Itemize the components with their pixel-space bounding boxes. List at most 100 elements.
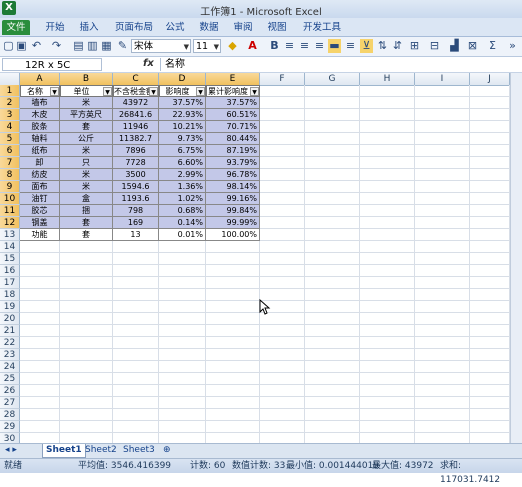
tab-formulas[interactable]: 公式 [164, 20, 186, 35]
cell-e26[interactable] [206, 385, 260, 397]
formula-input[interactable]: 名称 [160, 58, 520, 71]
table-cell[interactable]: 胶条 [20, 121, 60, 133]
row-header-9[interactable]: 9 [0, 181, 20, 193]
cell-i10[interactable] [415, 193, 470, 205]
cell-h27[interactable] [360, 397, 415, 409]
table-cell[interactable]: 60.51% [206, 109, 260, 121]
table-cell[interactable]: 盒 [60, 193, 113, 205]
cell-h19[interactable] [360, 301, 415, 313]
cell-g16[interactable] [305, 265, 360, 277]
table-cell[interactable]: 7896 [113, 145, 159, 157]
column-header-c[interactable]: C [113, 73, 159, 85]
cell-e30[interactable] [206, 433, 260, 443]
cell-b22[interactable] [60, 337, 113, 349]
table-header-cell[interactable]: 影响度 ▼ [159, 85, 206, 97]
cell-f4[interactable] [260, 121, 305, 133]
cell-f24[interactable] [260, 361, 305, 373]
cell-h22[interactable] [360, 337, 415, 349]
cell-j13[interactable] [470, 229, 510, 241]
cell-e17[interactable] [206, 277, 260, 289]
column-header-g[interactable]: G [305, 73, 360, 85]
table-cell[interactable]: 6.75% [159, 145, 206, 157]
column-header-f[interactable]: F [260, 73, 305, 85]
cell-f7[interactable] [260, 157, 305, 169]
cell-f25[interactable] [260, 373, 305, 385]
cell-i27[interactable] [415, 397, 470, 409]
cell-e27[interactable] [206, 397, 260, 409]
tab-review[interactable]: 审阅 [232, 20, 254, 35]
cell-i8[interactable] [415, 169, 470, 181]
cell-c29[interactable] [113, 421, 159, 433]
table-cell[interactable]: 公斤 [60, 133, 113, 145]
cell-i26[interactable] [415, 385, 470, 397]
table-cell[interactable]: 卸 [20, 157, 60, 169]
cell-d21[interactable] [159, 325, 206, 337]
cell-f17[interactable] [260, 277, 305, 289]
insert-sheet-icon[interactable]: ⊕ [160, 444, 174, 457]
cell-h25[interactable] [360, 373, 415, 385]
column-header-j[interactable]: J [470, 73, 510, 85]
new-file-icon[interactable]: ▢ [2, 39, 15, 53]
cell-h5[interactable] [360, 133, 415, 145]
pivot-icon[interactable]: ⊠ [466, 39, 479, 53]
cell-f28[interactable] [260, 409, 305, 421]
cell-e14[interactable] [206, 241, 260, 253]
justify-icon[interactable]: ≡ [344, 39, 357, 53]
table-cell[interactable]: 98.14% [206, 181, 260, 193]
format-painter-icon[interactable]: ✎ [116, 39, 129, 53]
cell-g25[interactable] [305, 373, 360, 385]
font-name-select[interactable]: 宋体 ▼ [131, 39, 191, 53]
cell-j19[interactable] [470, 301, 510, 313]
cell-i14[interactable] [415, 241, 470, 253]
table-cell[interactable]: 22.93% [159, 109, 206, 121]
table-cell[interactable]: 套 [60, 217, 113, 229]
table-cell[interactable]: 0.68% [159, 205, 206, 217]
cell-c23[interactable] [113, 349, 159, 361]
cell-a15[interactable] [20, 253, 60, 265]
cell-j20[interactable] [470, 313, 510, 325]
row-header-19[interactable]: 19 [0, 301, 20, 313]
table-cell[interactable]: 87.19% [206, 145, 260, 157]
cell-c16[interactable] [113, 265, 159, 277]
cell-g6[interactable] [305, 145, 360, 157]
cell-b14[interactable] [60, 241, 113, 253]
table-cell[interactable]: 米 [60, 169, 113, 181]
cell-f21[interactable] [260, 325, 305, 337]
row-header-18[interactable]: 18 [0, 289, 20, 301]
table-cell[interactable]: 2.99% [159, 169, 206, 181]
cell-h13[interactable] [360, 229, 415, 241]
cell-h12[interactable] [360, 217, 415, 229]
bold-icon[interactable]: B [268, 39, 281, 53]
cell-h8[interactable] [360, 169, 415, 181]
table-cell[interactable]: 37.57% [206, 97, 260, 109]
cell-h21[interactable] [360, 325, 415, 337]
paste-icon[interactable]: ▦ [100, 39, 113, 53]
cell-a28[interactable] [20, 409, 60, 421]
row-header-15[interactable]: 15 [0, 253, 20, 265]
cell-e16[interactable] [206, 265, 260, 277]
cell-i7[interactable] [415, 157, 470, 169]
cell-h6[interactable] [360, 145, 415, 157]
cell-g28[interactable] [305, 409, 360, 421]
cell-b28[interactable] [60, 409, 113, 421]
cell-h18[interactable] [360, 289, 415, 301]
cell-b26[interactable] [60, 385, 113, 397]
cell-f8[interactable] [260, 169, 305, 181]
cell-c27[interactable] [113, 397, 159, 409]
cell-j15[interactable] [470, 253, 510, 265]
table-cell[interactable]: 1.02% [159, 193, 206, 205]
table-cell[interactable]: 6.60% [159, 157, 206, 169]
row-header-17[interactable]: 17 [0, 277, 20, 289]
cell-g10[interactable] [305, 193, 360, 205]
cell-j1[interactable] [470, 85, 510, 97]
row-header-29[interactable]: 29 [0, 421, 20, 433]
row-header-26[interactable]: 26 [0, 385, 20, 397]
cell-h15[interactable] [360, 253, 415, 265]
cell-b24[interactable] [60, 361, 113, 373]
cell-i30[interactable] [415, 433, 470, 443]
tab-view[interactable]: 视图 [266, 20, 288, 35]
cell-a27[interactable] [20, 397, 60, 409]
cell-g9[interactable] [305, 181, 360, 193]
tab-developer[interactable]: 开发工具 [302, 20, 342, 35]
cell-g4[interactable] [305, 121, 360, 133]
